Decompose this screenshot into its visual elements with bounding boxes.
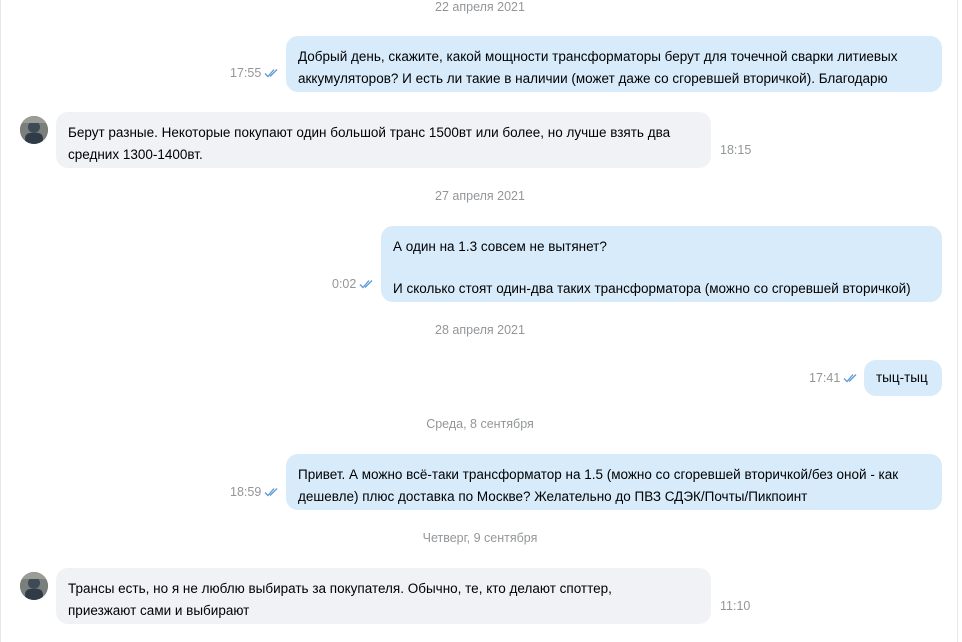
message-time-status: 18:59 — [230, 485, 279, 499]
message-bubble-outgoing[interactable]: тыц-тыц — [864, 360, 942, 396]
date-separator: 27 апреля 2021 — [435, 189, 525, 203]
message-text-line: Берут разные. Некоторые покупают один бо… — [68, 125, 671, 140]
message-time: 17:55 — [230, 66, 262, 80]
message-text-line: дешевле) плюс доставка по Москве? Желате… — [298, 489, 808, 504]
message-text-line — [393, 258, 930, 278]
message-text-line: тыц-тыц — [876, 370, 928, 385]
message-bubble-outgoing[interactable]: Добрый день, скажите, какой мощности тра… — [286, 36, 942, 92]
avatar[interactable] — [20, 116, 48, 144]
user-avatar-photo — [20, 116, 48, 144]
message-text-line: Привет. А можно всё-таки трансформатор н… — [298, 467, 899, 482]
message-time-status: 17:41 — [809, 371, 858, 385]
chat-history: 22 апреля 2021 17:55 Добрый день, скажит… — [0, 0, 958, 642]
double-check-icon — [264, 488, 278, 497]
double-check-icon — [359, 280, 373, 289]
avatar[interactable] — [20, 572, 48, 600]
message-time: 18:59 — [230, 485, 262, 499]
message-bubble-incoming[interactable]: Берут разные. Некоторые покупают один бо… — [56, 112, 711, 168]
date-separator: 22 апреля 2021 — [435, 0, 525, 14]
message-time: 18:15 — [720, 143, 751, 157]
message-text-line: Добрый день, скажите, какой мощности тра… — [298, 49, 898, 64]
message-text-line: А один на 1.3 совсем не вытянет? — [393, 239, 607, 254]
message-time: 17:41 — [809, 371, 841, 385]
message-time: 11:10 — [720, 599, 751, 613]
user-avatar-photo — [20, 572, 48, 600]
message-text-line: приезжают сами и выбирают — [68, 603, 250, 618]
message-time: 0:02 — [332, 277, 357, 291]
double-check-icon — [843, 374, 857, 383]
message-time-status: 0:02 — [332, 277, 374, 291]
date-separator: Четверг, 9 сентября — [422, 531, 538, 545]
message-time-status: 17:55 — [230, 66, 279, 80]
double-check-icon — [264, 69, 278, 78]
message-bubble-incoming[interactable]: Трансы есть, но я не люблю выбирать за п… — [56, 568, 711, 624]
message-text-line: И сколько стоят один-два таких трансформ… — [393, 281, 911, 296]
message-bubble-outgoing[interactable]: А один на 1.3 совсем не вытянет? И сколь… — [381, 226, 942, 302]
message-text-line: средних 1300-1400вт. — [68, 147, 203, 162]
message-time: 18:15 — [720, 143, 752, 157]
date-separator: Среда, 8 сентября — [426, 417, 534, 431]
message-text-line: аккумуляторов? И есть ли такие в наличии… — [298, 71, 888, 86]
message-time: 11:10 — [720, 599, 750, 613]
message-text-line: Трансы есть, но я не люблю выбирать за п… — [68, 581, 612, 596]
date-separator: 28 апреля 2021 — [435, 323, 525, 337]
message-bubble-outgoing[interactable]: Привет. А можно всё-таки трансформатор н… — [286, 454, 942, 510]
